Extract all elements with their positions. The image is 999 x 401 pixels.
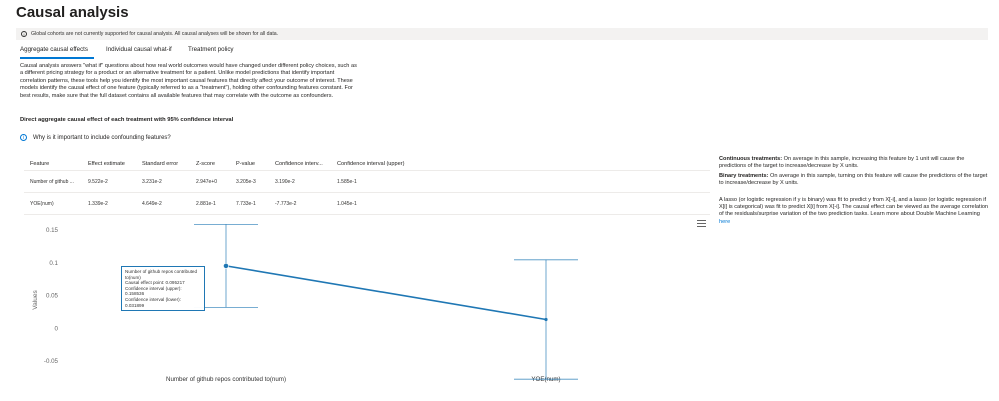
page-title: Causal analysis: [16, 4, 129, 21]
why-confounding-link[interactable]: i Why is it important to include confoun…: [20, 134, 171, 141]
table-cell: 3.231e-2: [136, 170, 190, 193]
table-cell: 7.733e-1: [230, 192, 269, 215]
x-tick-label: Number of github repos contributed to(nu…: [166, 376, 286, 383]
table-cell: 1.339e-2: [82, 192, 136, 215]
info-icon: i: [21, 31, 27, 37]
causal-effects-chart: Values 0.15 0.1 0.05 0 -0.05 Number of github…: [32, 224, 578, 383]
table-header-row: Feature Effect estimate Standard error Z…: [24, 157, 710, 171]
y-tick-label: -0.05: [44, 358, 59, 365]
table-cell: 3.190e-2: [269, 170, 331, 193]
y-tick-label: 0: [55, 325, 59, 332]
lasso-note: A lasso (or logistic regression if y is …: [719, 197, 991, 227]
series-line: [225, 265, 547, 321]
tab-individual-causal-what-if[interactable]: Individual causal what-if: [106, 46, 172, 53]
info-icon: i: [20, 134, 27, 141]
column-header-ci-lower[interactable]: Confidence interv...: [269, 157, 331, 171]
table-cell: 1.045e-1: [331, 192, 710, 215]
table-cell: 2.881e-1: [190, 192, 230, 215]
info-banner: i Global cohorts are not currently suppo…: [16, 28, 988, 40]
tooltip-line: Confidence interval (upper): 0.158536: [125, 285, 182, 297]
binary-treatments-note: Binary treatments: On average in this sa…: [719, 173, 991, 188]
banner-text: Global cohorts are not currently support…: [31, 31, 279, 37]
column-header-z-score[interactable]: Z-score: [190, 157, 230, 171]
table-cell: 9.522e-2: [82, 170, 136, 193]
table-cell: -7.773e-2: [269, 192, 331, 215]
continuous-treatments-label: Continuous treatments:: [719, 156, 783, 162]
tab-treatment-policy[interactable]: Treatment policy: [188, 46, 234, 53]
tooltip-line: Confidence interval (lower): 0.031899: [125, 296, 181, 308]
tab-aggregate-causal-effects[interactable]: Aggregate causal effects: [20, 46, 88, 53]
section-title: Direct aggregate causal effect of each t…: [20, 117, 234, 123]
y-tick-label: 0.1: [49, 260, 58, 267]
column-header-feature[interactable]: Feature: [24, 157, 82, 171]
y-tick-label: 0.05: [46, 293, 59, 300]
column-header-ci-upper[interactable]: Confidence interval (upper): [331, 157, 710, 171]
table-row[interactable]: Number of github ... 9.522e-2 3.231e-2 2…: [24, 170, 710, 193]
y-axis-title: Values: [32, 290, 39, 310]
description-text: Causal analysis answers "what if" questi…: [20, 63, 357, 99]
y-tick-label: 0.15: [46, 227, 59, 234]
table-cell: Number of github ...: [24, 170, 82, 193]
selected-tab-indicator: [20, 57, 94, 59]
table-row[interactable]: YOE(num) 1.339e-2 4.649e-2 2.881e-1 7.73…: [24, 192, 710, 215]
data-point: [544, 317, 548, 322]
why-confounding-text: Why is it important to include confoundi…: [33, 134, 171, 141]
table-cell: 1.585e-1: [331, 170, 710, 193]
table-cell: 4.649e-2: [136, 192, 190, 215]
explanation-panel: Continuous treatments: On average in thi…: [719, 156, 991, 228]
data-point: [223, 262, 229, 269]
double-ml-link[interactable]: here: [719, 219, 730, 225]
column-header-standard-error[interactable]: Standard error: [136, 157, 190, 171]
column-header-p-value[interactable]: P-value: [230, 157, 269, 171]
chart-tooltip: Number of github repos contributed to(nu…: [121, 266, 205, 312]
continuous-treatments-note: Continuous treatments: On average in thi…: [719, 156, 991, 171]
causal-effects-table: Feature Effect estimate Standard error Z…: [24, 157, 710, 215]
column-header-effect-estimate[interactable]: Effect estimate: [82, 157, 136, 171]
table-cell: 2.947e+0: [190, 170, 230, 193]
tooltip-title: Number of github repos contributed to(nu…: [125, 269, 198, 280]
table-cell: YOE(num): [24, 192, 82, 215]
lasso-text: A lasso (or logistic regression if y is …: [719, 196, 989, 218]
binary-treatments-label: Binary treatments:: [719, 172, 769, 179]
table-cell: 3.205e-3: [230, 170, 269, 193]
